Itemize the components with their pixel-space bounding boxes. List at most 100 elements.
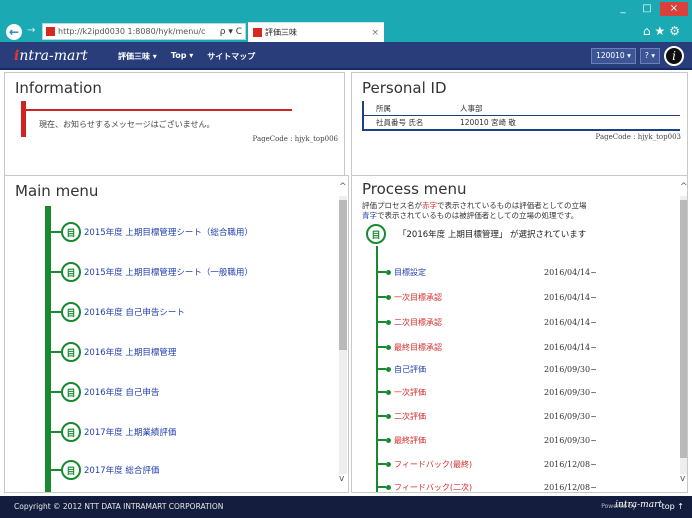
menu-sitemap[interactable]: サイトマップ — [207, 51, 255, 62]
process-menu-scroll-down-icon[interactable]: v — [680, 474, 685, 484]
document-icon: 目 — [61, 302, 81, 322]
main-menu-collapse-icon[interactable]: ^ — [339, 182, 347, 192]
browser-tab[interactable]: 評価三味 × — [248, 22, 384, 42]
process-label[interactable]: 二次評価 — [394, 411, 544, 422]
main-menu-link[interactable]: 2016年度 自己申告 — [84, 386, 159, 398]
bullet-dot-icon — [386, 294, 391, 300]
main-menu-link[interactable]: 2015年度 上期目標管理シート（総合職用） — [84, 226, 253, 238]
selected-process-header: 目 「2016年度 上期目標管理」 が選択されています — [366, 224, 586, 244]
process-date: 2016/12/08~ — [544, 482, 597, 492]
process-date: 2016/09/30~ — [544, 387, 597, 397]
process-date: 2016/09/30~ — [544, 435, 597, 445]
process-label[interactable]: 一次目標承認 — [394, 292, 544, 303]
connector — [376, 415, 386, 417]
bullet-dot-icon — [386, 366, 391, 372]
process-item[interactable]: フィードバック(最終) 2016/12/08~ — [376, 457, 616, 471]
forward-arrow-icon[interactable]: → — [27, 25, 35, 36]
process-label[interactable]: 目標設定 — [394, 267, 544, 278]
connector — [51, 311, 61, 313]
process-item[interactable]: 一次評価 2016/09/30~ — [376, 385, 616, 399]
main-menu-item[interactable]: 目 2017年度 総合評価 — [45, 458, 159, 482]
close-window-button[interactable]: × — [660, 2, 688, 16]
bullet-dot-icon — [386, 484, 391, 490]
process-item[interactable]: 自己評価 2016/09/30~ — [376, 362, 616, 376]
process-menu-desc-2: 青字で表示されているものは被評価者としての立場の処理です。 — [362, 210, 578, 221]
main-menu-panel: Main menu ^ 目 2015年度 上期目標管理シート（総合職用） 目 2… — [4, 175, 349, 493]
document-icon: 目 — [61, 342, 81, 362]
intra-mart-logo[interactable]: intra-mart — [14, 48, 88, 64]
process-item[interactable]: 目標設定 2016/04/14~ — [376, 265, 616, 279]
connector — [376, 321, 386, 323]
process-menu-panel: Process menu ^ 評価プロセス名が赤字で表示されているものは評価者と… — [351, 175, 688, 493]
connector — [51, 271, 61, 273]
main-menu-link[interactable]: 2015年度 上期目標管理シート（一般職用） — [84, 266, 253, 278]
bullet-dot-icon — [386, 319, 391, 325]
process-item[interactable]: 最終評価 2016/09/30~ — [376, 433, 616, 447]
process-item[interactable]: 最終目標承認 2016/04/14~ — [376, 340, 616, 354]
minimize-button[interactable]: _ — [612, 2, 634, 16]
main-menu-scroll-down-icon[interactable]: v — [339, 474, 344, 484]
main-menu-scrollbar[interactable] — [339, 196, 347, 474]
main-menu-item[interactable]: 目 2017年度 上期業績評価 — [45, 420, 176, 444]
tab-close-icon[interactable]: × — [371, 28, 384, 38]
maximize-button[interactable]: □ — [636, 2, 658, 16]
main-menu-item[interactable]: 目 2015年度 上期目標管理シート（一般職用） — [45, 260, 253, 284]
personal-id-pagecode: PageCode : hjyk_top003 — [595, 133, 681, 141]
process-item[interactable]: フィードバック(二次) 2016/12/08~ — [376, 480, 616, 493]
main-menu-item[interactable]: 目 2016年度 上期目標管理 — [45, 340, 176, 364]
document-icon: 目 — [61, 422, 81, 442]
process-menu-collapse-icon[interactable]: ^ — [680, 182, 687, 192]
red-text-label: 赤字 — [422, 201, 437, 210]
main-menu-item[interactable]: 目 2016年度 自己申告シート — [45, 300, 185, 324]
process-item[interactable]: 一次目標承認 2016/04/14~ — [376, 290, 616, 304]
main-menu-scroll-thumb[interactable] — [339, 200, 347, 350]
home-star-gear-icons[interactable]: ⌂★⚙ — [643, 24, 684, 38]
address-bar[interactable]: http://k2ipd0030 1:8080/hyk/menu/c ρ ▾ C — [42, 23, 246, 40]
desc-text: で表示されているものは評価者としての立場 — [437, 201, 587, 210]
connector — [376, 486, 386, 488]
selected-process-text: 「2016年度 上期目標管理」 が選択されています — [398, 230, 587, 240]
personal-id-title: Personal ID — [362, 79, 447, 97]
connector — [376, 463, 386, 465]
main-menu-link[interactable]: 2016年度 自己申告シート — [84, 306, 185, 318]
main-menu-link[interactable]: 2017年度 上期業績評価 — [84, 426, 176, 438]
main-menu-item[interactable]: 目 2015年度 上期目標管理シート（総合職用） — [45, 220, 253, 244]
search-refresh-icons[interactable]: ρ ▾ C — [220, 27, 245, 37]
tab-title: 評価三味 — [265, 28, 297, 37]
document-icon: 目 — [61, 460, 81, 480]
browser-chrome: _ □ × ← → http://k2ipd0030 1:8080/hyk/me… — [0, 0, 692, 42]
process-menu-title: Process menu — [362, 180, 467, 198]
footer: Copyright © 2012 NTT DATA INTRAMART CORP… — [0, 496, 692, 518]
process-label[interactable]: フィードバック(最終) — [394, 459, 544, 470]
user-code-dropdown[interactable]: 120010 ▾ — [591, 48, 636, 64]
menu-top[interactable]: Top ▾ — [171, 51, 193, 62]
desc-text: 評価プロセス名が — [362, 201, 422, 210]
main-menu-title: Main menu — [15, 182, 99, 200]
main-menu-link[interactable]: 2016年度 上期目標管理 — [84, 346, 176, 358]
process-label[interactable]: 一次評価 — [394, 387, 544, 398]
user-avatar-icon[interactable]: i — [664, 46, 684, 66]
main-menu-link[interactable]: 2017年度 総合評価 — [84, 464, 159, 476]
bullet-dot-icon — [386, 389, 391, 395]
main-menu-item[interactable]: 目 2016年度 自己申告 — [45, 380, 159, 404]
menu-hyoka-zanmai[interactable]: 評価三味 ▾ — [118, 51, 157, 62]
document-icon: 目 — [61, 262, 81, 282]
back-arrow-icon[interactable]: ← — [6, 24, 22, 40]
process-label[interactable]: 自己評価 — [394, 364, 544, 375]
document-icon: 目 — [61, 222, 81, 242]
top-link[interactable]: top ↑ — [662, 502, 684, 511]
process-date: 2016/09/30~ — [544, 364, 597, 374]
global-menu: 評価三味 ▾ Top ▾ サイトマップ — [118, 51, 255, 62]
bullet-dot-icon — [386, 461, 391, 467]
process-item[interactable]: 二次目標承認 2016/04/14~ — [376, 315, 616, 329]
help-dropdown[interactable]: ? ▾ — [639, 48, 660, 64]
info-red-bar — [21, 101, 26, 137]
address-url[interactable]: http://k2ipd0030 1:8080/hyk/menu/c — [58, 27, 220, 36]
process-label[interactable]: 最終評価 — [394, 435, 544, 446]
process-menu-scroll-thumb[interactable] — [680, 200, 687, 458]
process-label[interactable]: 二次目標承認 — [394, 317, 544, 328]
process-label[interactable]: 最終目標承認 — [394, 342, 544, 353]
process-menu-scrollbar[interactable] — [680, 196, 687, 474]
process-label[interactable]: フィードバック(二次) — [394, 482, 544, 493]
process-item[interactable]: 二次評価 2016/09/30~ — [376, 409, 616, 423]
